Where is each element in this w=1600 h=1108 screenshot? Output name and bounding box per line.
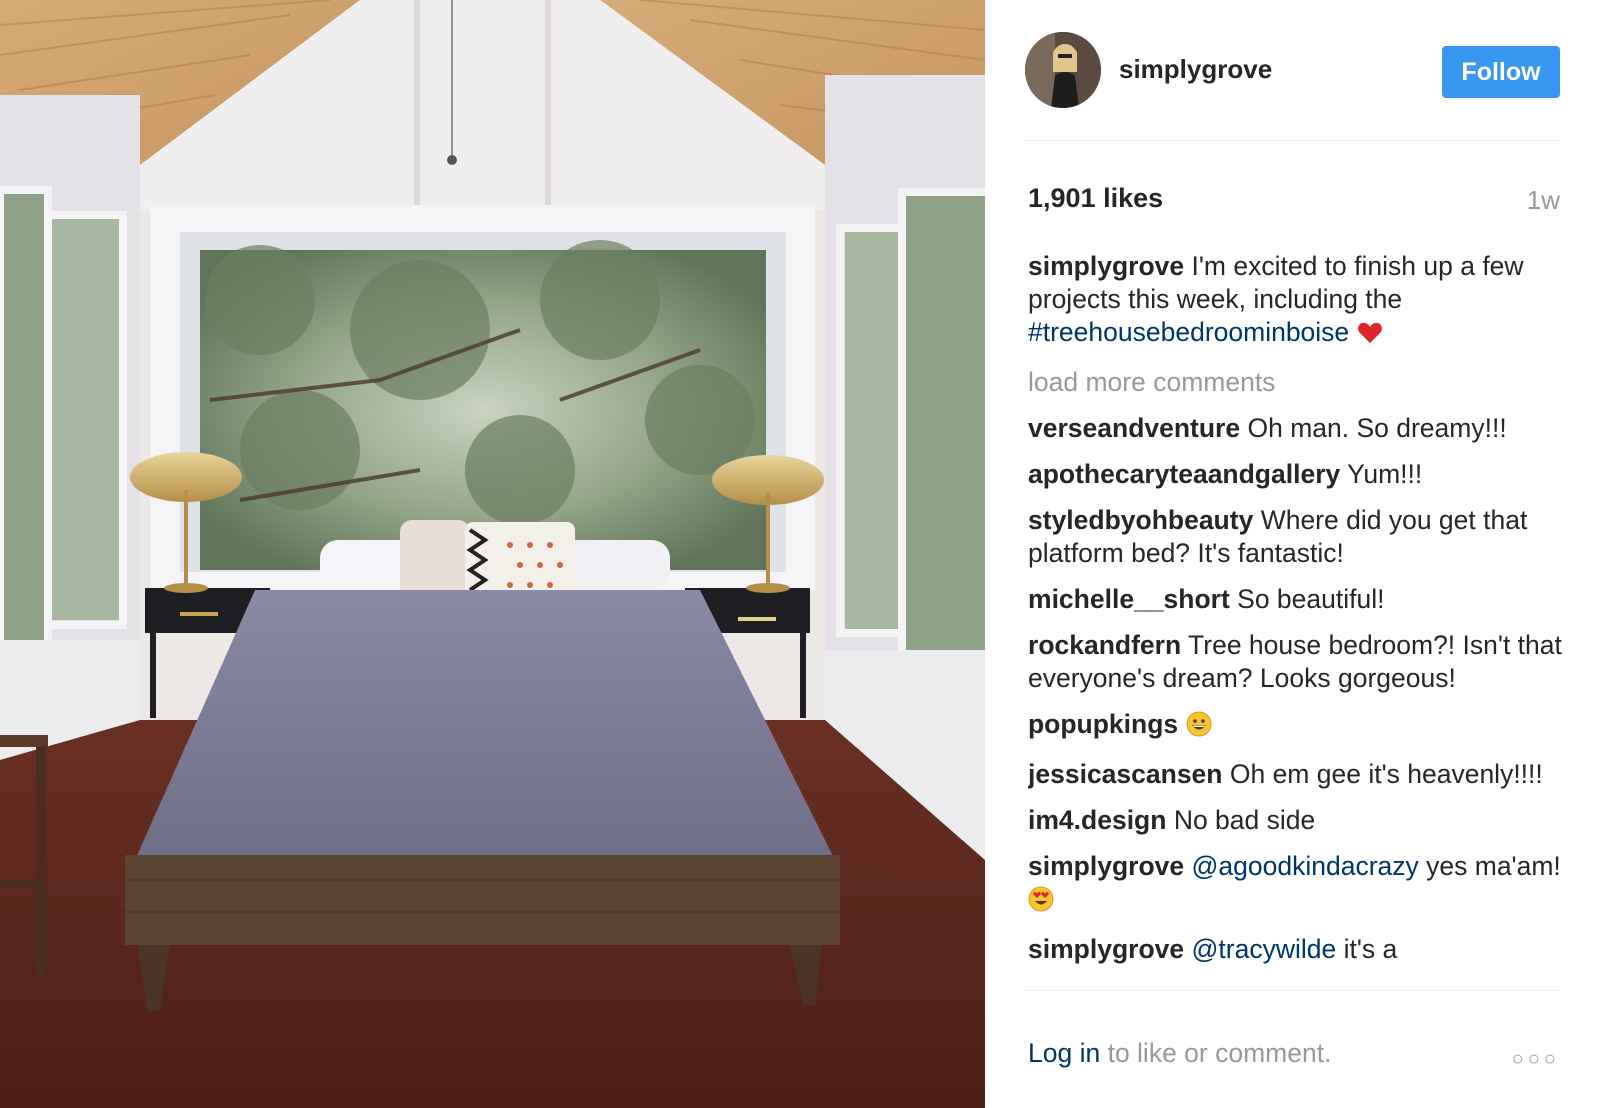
comment-username[interactable]: styledbyohbeauty: [1028, 505, 1253, 535]
comment-text: Yum!!!: [1347, 459, 1423, 489]
comment-text: yes ma'am!: [1426, 851, 1561, 881]
login-link[interactable]: Log in: [1028, 1038, 1100, 1068]
comment-username[interactable]: apothecaryteaandgallery: [1028, 459, 1340, 489]
comment: jessicascansen Oh em gee it's heavenly!!…: [1028, 758, 1563, 791]
comment-mention[interactable]: @agoodkindacrazy: [1192, 851, 1419, 881]
comment-username[interactable]: simplygrove: [1028, 851, 1184, 881]
comment-username[interactable]: simplygrove: [1028, 934, 1184, 964]
load-more-comments-link[interactable]: load more comments: [1028, 366, 1563, 399]
comment: im4.design No bad side: [1028, 804, 1563, 837]
comment-username[interactable]: rockandfern: [1028, 630, 1181, 660]
comment: simplygrove @agoodkindacrazy yes ma'am!: [1028, 850, 1563, 920]
post-header: simplygrove Follow: [1025, 32, 1560, 112]
bedroom-photo: [0, 0, 985, 1108]
comments-list: simplygrove I'm excited to finish up a f…: [1028, 250, 1563, 988]
heart-emoji: [1357, 320, 1383, 353]
post-age[interactable]: 1w: [1527, 185, 1560, 216]
caption-hashtag[interactable]: #treehousebedroominboise: [1028, 317, 1349, 347]
caption: simplygrove I'm excited to finish up a f…: [1028, 250, 1563, 353]
footer-divider: [1025, 990, 1560, 991]
comment: simplygrove @tracywilde it's a: [1028, 933, 1563, 966]
post-photo[interactable]: [0, 0, 985, 1108]
comment: styledbyohbeauty Where did you get that …: [1028, 504, 1563, 570]
heart-eyes-emoji: [1028, 886, 1054, 920]
comment-username[interactable]: popupkings: [1028, 709, 1178, 739]
comment-text: No bad side: [1173, 805, 1316, 835]
comment-mention[interactable]: @tracywilde: [1192, 934, 1337, 964]
follow-button[interactable]: Follow: [1442, 46, 1560, 98]
post-details-panel: simplygrove Follow 1,901 likes 1w simply…: [985, 0, 1600, 1108]
login-prompt: Log in to like or comment.: [1028, 1038, 1331, 1069]
comment: popupkings: [1028, 708, 1563, 745]
caption-username[interactable]: simplygrove: [1028, 251, 1184, 281]
comment: verseandventure Oh man. So dreamy!!!: [1028, 412, 1563, 445]
more-options-icon[interactable]: ○○○: [1512, 1048, 1560, 1071]
comment-text: Oh man. So dreamy!!!: [1247, 413, 1507, 443]
likes-count[interactable]: 1,901 likes: [1028, 183, 1163, 214]
comment-text: Oh em gee it's heavenly!!!!: [1229, 759, 1543, 789]
comment-username[interactable]: verseandventure: [1028, 413, 1240, 443]
comment-text: So beautiful!: [1237, 584, 1385, 614]
login-prompt-text: to like or comment.: [1107, 1038, 1332, 1068]
comment-username[interactable]: im4.design: [1028, 805, 1166, 835]
comment-text: it's a: [1343, 934, 1398, 964]
comment: apothecaryteaandgallery Yum!!!: [1028, 458, 1563, 491]
header-divider: [1025, 140, 1560, 141]
comment-username[interactable]: jessicascansen: [1028, 759, 1222, 789]
grinning-emoji: [1186, 711, 1212, 745]
post-username[interactable]: simplygrove: [1119, 54, 1272, 85]
comment: rockandfern Tree house bedroom?! Isn't t…: [1028, 629, 1563, 695]
comment-username[interactable]: michelle__short: [1028, 584, 1230, 614]
comment: michelle__short So beautiful!: [1028, 583, 1563, 616]
avatar[interactable]: [1025, 32, 1101, 108]
avatar-image: [1025, 32, 1101, 108]
